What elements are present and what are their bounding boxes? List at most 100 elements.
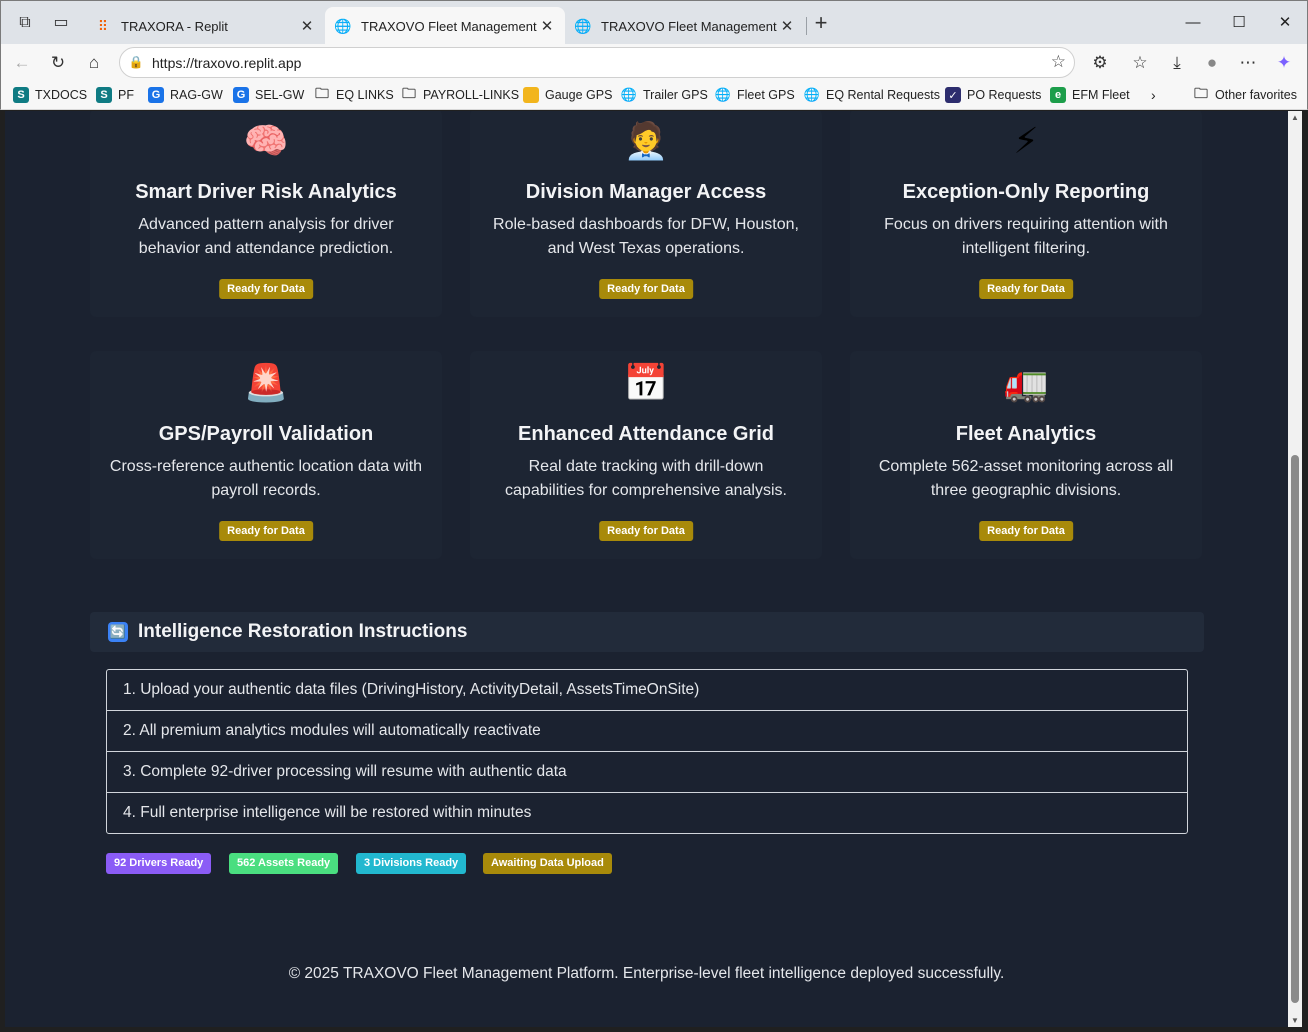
close-icon[interactable]: ✕: [299, 17, 315, 35]
calendar-icon: 📅: [623, 362, 669, 403]
status-badge: Ready for Data: [599, 521, 693, 541]
lock-icon[interactable]: 🔒: [128, 54, 144, 70]
bookmark-label: Trailer GPS: [643, 88, 708, 102]
favorite-star-icon[interactable]: ☆: [1051, 52, 1066, 72]
globe-icon: 🌐: [334, 17, 352, 34]
page-content: 🧠 Smart Driver Risk Analytics Advanced p…: [5, 111, 1288, 1027]
url-text[interactable]: https://traxovo.replit.app: [152, 55, 301, 71]
bookmark-eq-rental[interactable]: 🌐 EQ Rental Requests: [804, 86, 940, 104]
siren-icon: 🚨: [243, 362, 289, 403]
list-item: 1. Upload your authentic data files (Dri…: [107, 670, 1187, 711]
bookmark-eq-links[interactable]: 🗀 EQ LINKS: [314, 85, 394, 104]
close-icon[interactable]: ✕: [539, 17, 555, 35]
status-badge: Ready for Data: [219, 279, 313, 299]
bookmark-trailer-gps[interactable]: 🌐 Trailer GPS: [621, 86, 708, 104]
other-favorites[interactable]: 🗀 Other favorites: [1193, 85, 1297, 104]
globe-icon: 🌐: [803, 87, 821, 102]
back-icon[interactable]: ←: [9, 50, 35, 76]
browser-toolbar: ← ↻ ⌂ 🔒 https://traxovo.replit.app ☆ ⚙ ☆…: [0, 44, 1308, 80]
feature-desc-line2: and West Texas operations.: [547, 240, 745, 257]
divisions-ready-badge: 3 Divisions Ready: [356, 853, 467, 874]
bookmarks-overflow-chevron-icon[interactable]: ›: [1151, 86, 1156, 104]
status-badge: Ready for Data: [979, 521, 1073, 541]
new-tab-button[interactable]: +: [811, 12, 831, 34]
close-icon[interactable]: ✕: [779, 17, 795, 35]
feature-title: Division Manager Access: [525, 181, 767, 203]
maximize-icon[interactable]: ☐: [1227, 11, 1251, 35]
status-badge: Ready for Data: [979, 279, 1073, 299]
feature-card-fleet-analytics: 🚛 Fleet Analytics Complete 562-asset mon…: [850, 351, 1202, 559]
feature-desc-line2: three geographic divisions.: [930, 482, 1122, 499]
bookmark-txdocs[interactable]: S TXDOCS: [13, 86, 87, 104]
assets-ready-badge: 562 Assets Ready: [229, 853, 339, 874]
bookmark-fleet-gps[interactable]: 🌐 Fleet GPS: [715, 86, 795, 104]
page-scrollbar[interactable]: ▲ ▼: [1288, 111, 1302, 1027]
bookmark-label: PAYROLL-LINKS: [423, 88, 520, 102]
copilot-icon[interactable]: ✦: [1271, 50, 1297, 76]
section-title: Intelligence Restoration Instructions: [138, 621, 468, 642]
bookmark-rag-gw[interactable]: G RAG-GW: [148, 86, 223, 104]
scroll-down-icon[interactable]: ▼: [1290, 1016, 1300, 1025]
bookmark-label: Gauge GPS: [545, 88, 613, 102]
tab-separator: [806, 17, 807, 35]
feature-card-gps-payroll: 🚨 GPS/Payroll Validation Cross-reference…: [90, 351, 442, 559]
tab-traxovo-active[interactable]: 🌐 TRAXOVO Fleet Management ✕: [325, 7, 565, 45]
bookmark-sel-gw[interactable]: G SEL-GW: [233, 86, 304, 104]
tab-title: TRAXOVO Fleet Management: [361, 18, 537, 34]
feature-desc-line1: Focus on drivers requiring attention wit…: [884, 216, 1168, 233]
tab-traxovo-2[interactable]: 🌐 TRAXOVO Fleet Management ✕: [565, 7, 805, 45]
folder-icon: 🗀: [1194, 85, 1208, 101]
bookmark-label: TXDOCS: [35, 88, 88, 102]
profile-avatar-icon[interactable]: ●: [1199, 50, 1225, 76]
tab-title: TRAXORA - Replit: [121, 18, 228, 34]
bookmark-label: RAG-GW: [170, 88, 223, 102]
status-badge: Ready for Data: [599, 279, 693, 299]
minimize-icon[interactable]: —: [1181, 11, 1205, 35]
tab-actions-icon[interactable]: ▭: [51, 13, 71, 33]
bookmark-label: Fleet GPS: [737, 88, 795, 102]
address-bar[interactable]: 🔒 https://traxovo.replit.app ☆: [119, 47, 1075, 78]
folder-icon: 🗀: [402, 85, 416, 101]
workspaces-icon[interactable]: ⧉: [15, 13, 35, 33]
scrollbar-thumb[interactable]: [1291, 455, 1299, 1003]
scroll-up-icon[interactable]: ▲: [1290, 113, 1300, 122]
bookmark-payroll-links[interactable]: 🗀 PAYROLL-LINKS: [401, 85, 520, 104]
sharepoint-icon: S: [96, 87, 112, 103]
page-footer: © 2025 TRAXOVO Fleet Management Platform…: [288, 965, 1005, 982]
feature-card-exception-reporting: ⚡ Exception-Only Reporting Focus on driv…: [850, 111, 1202, 317]
globe-icon: 🌐: [620, 87, 638, 102]
downloads-icon[interactable]: ⤓: [1164, 50, 1190, 76]
brain-icon: 🧠: [243, 120, 289, 161]
tab-traxora-replit[interactable]: ⠿ TRAXORA - Replit ✕: [85, 7, 325, 45]
globe-icon: 🌐: [714, 87, 732, 102]
extensions-icon[interactable]: ⚙: [1087, 50, 1113, 76]
bookmark-pf[interactable]: S PF: [96, 86, 134, 104]
feature-title: GPS/Payroll Validation: [158, 423, 374, 445]
feature-card-risk-analytics: 🧠 Smart Driver Risk Analytics Advanced p…: [90, 111, 442, 317]
favorites-icon[interactable]: ☆: [1127, 50, 1153, 76]
gauge-icon: [523, 87, 539, 103]
feature-desc-line1: Real date tracking with drill-down: [528, 458, 764, 475]
feature-desc-line2: payroll records.: [211, 482, 321, 499]
bookmark-efm-fleet[interactable]: e EFM Fleet: [1050, 86, 1130, 104]
replit-icon: ⠿: [97, 17, 109, 34]
bookmark-label: PO Requests: [967, 88, 1042, 102]
browser-tab-bar: ⧉ ▭ ⠿ TRAXORA - Replit ✕ 🌐 TRAXOVO Fleet…: [0, 0, 1308, 45]
lightning-icon: ⚡: [1013, 120, 1039, 161]
feature-card-division-manager: 🧑‍💼 Division Manager Access Role-based d…: [470, 111, 822, 317]
bookmark-gauge-gps[interactable]: Gauge GPS: [523, 86, 612, 104]
bookmark-po-requests[interactable]: ✓ PO Requests: [945, 86, 1041, 104]
other-favorites-label: Other favorites: [1215, 88, 1297, 102]
window-close-icon[interactable]: ✕: [1273, 11, 1297, 35]
home-icon[interactable]: ⌂: [81, 50, 107, 76]
awaiting-upload-badge: Awaiting Data Upload: [483, 853, 612, 874]
restoration-steps-list: 1. Upload your authentic data files (Dri…: [106, 669, 1188, 834]
more-options-icon[interactable]: ⋯: [1235, 50, 1261, 76]
feature-desc-line1: Cross-reference authentic location data …: [109, 458, 423, 475]
g-icon: G: [233, 87, 249, 103]
tab-title: TRAXOVO Fleet Management: [601, 18, 777, 34]
sharepoint-icon: S: [13, 87, 29, 103]
feature-desc-line2: behavior and attendance prediction.: [138, 240, 394, 257]
refresh-icon[interactable]: ↻: [45, 50, 71, 76]
restoration-section-header: 🔄 Intelligence Restoration Instructions: [90, 612, 1204, 652]
